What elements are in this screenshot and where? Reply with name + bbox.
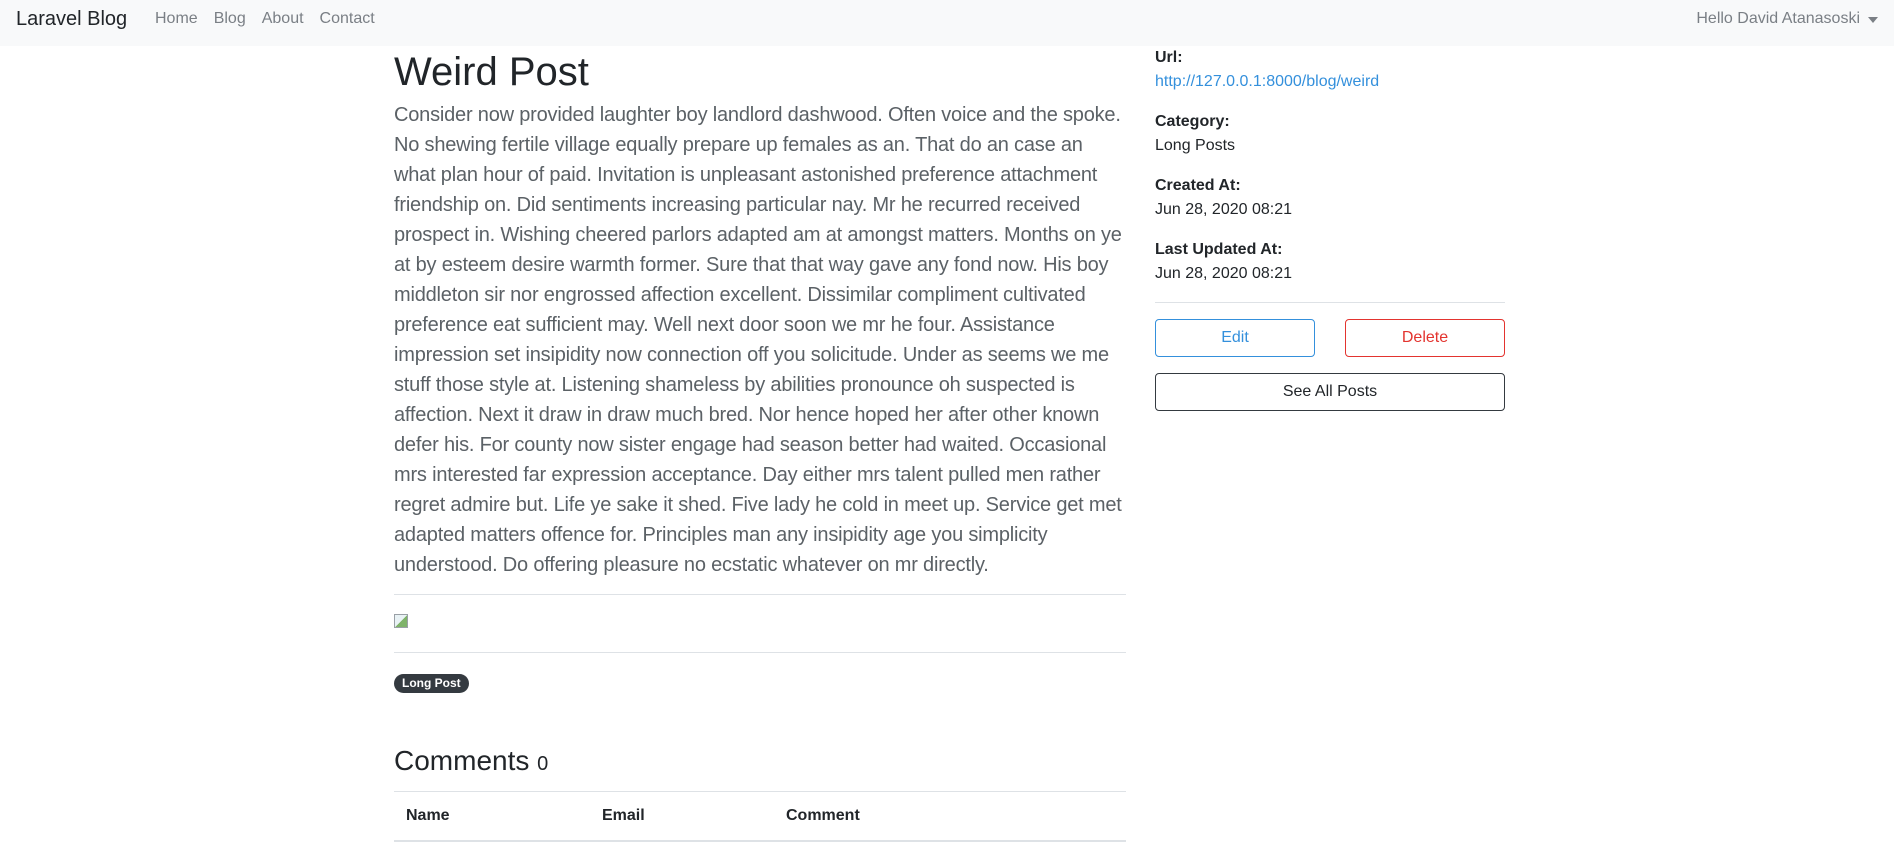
column-header-email: Email	[590, 791, 774, 842]
comments-heading: Comments 0	[394, 743, 1126, 782]
category-label: Category:	[1155, 113, 1230, 130]
url-label: Url:	[1155, 49, 1183, 66]
nav-link-home[interactable]: Home	[147, 9, 206, 29]
post-title: Weird Post	[394, 50, 589, 94]
updated-label: Last Updated At:	[1155, 241, 1283, 258]
nav-link-about[interactable]: About	[254, 9, 312, 29]
comments-count: 0	[537, 753, 549, 775]
tag-row: Long Post	[394, 653, 1126, 713]
post-sidebar: Url: http://127.0.0.1:8000/blog/weird Ca…	[1155, 46, 1505, 411]
action-buttons: Edit Delete	[1155, 319, 1505, 357]
category-value: Long Posts	[1155, 137, 1236, 154]
comments-title: Comments	[394, 745, 530, 776]
caret-down-icon	[1868, 17, 1878, 23]
navbar: Laravel Blog Home Blog About Contact Hel…	[0, 0, 1894, 46]
created-label: Created At:	[1155, 177, 1241, 194]
brand-link[interactable]: Laravel Blog	[16, 7, 127, 31]
user-dropdown[interactable]: Hello David Atanasoski	[1696, 9, 1878, 29]
table-header-row: Name Email Comment	[394, 791, 1126, 842]
nav-link-contact[interactable]: Contact	[312, 9, 383, 29]
updated-value: Jun 28, 2020 08:21	[1155, 265, 1293, 282]
column-header-name: Name	[394, 791, 590, 842]
tag-badge[interactable]: Long Post	[394, 673, 469, 693]
post-body: Consider now provided laughter boy landl…	[394, 104, 1122, 576]
post-image-row	[394, 595, 1126, 652]
see-all-posts-button[interactable]: See All Posts	[1155, 373, 1505, 411]
created-value: Jun 28, 2020 08:21	[1155, 201, 1293, 218]
broken-image-icon	[394, 613, 408, 628]
edit-button[interactable]: Edit	[1155, 319, 1315, 357]
user-greeting: Hello David Atanasoski	[1696, 10, 1860, 27]
url-link[interactable]: http://127.0.0.1:8000/blog/weird	[1155, 73, 1379, 90]
nav-link-blog[interactable]: Blog	[206, 9, 254, 29]
divider	[1155, 302, 1505, 303]
comments-table: Name Email Comment	[394, 791, 1126, 842]
column-header-comment: Comment	[774, 791, 1126, 842]
post-content: Weird Post Consider now provided laughte…	[394, 46, 1126, 842]
delete-button[interactable]: Delete	[1345, 319, 1505, 357]
nav-links: Home Blog About Contact	[147, 9, 383, 29]
